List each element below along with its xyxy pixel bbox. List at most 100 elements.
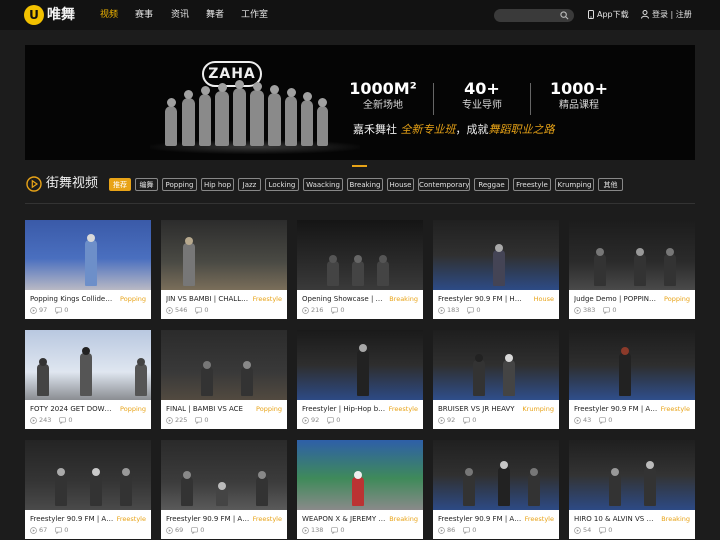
play-circle-icon <box>26 176 42 192</box>
category-tag[interactable]: Krumping <box>555 178 594 191</box>
video-category-tag: Popping <box>120 405 146 413</box>
view-count: 216 <box>311 306 324 314</box>
category-tag[interactable]: Popping <box>162 178 197 191</box>
video-title[interactable]: Popping Kings Collide: Locky vs Xiaohu <box>30 294 114 304</box>
video-card[interactable]: JIN VS BAMBI | CHALLENGEFreestyle 546 0 <box>161 220 287 319</box>
video-title[interactable]: Opening Showcase | Breaking Battle <box>302 294 386 304</box>
stat-divider <box>433 83 434 115</box>
category-tag[interactable]: Hip hop <box>201 178 234 191</box>
category-tag[interactable]: Contemporary <box>418 178 470 191</box>
video-meta: 243 0 <box>30 416 73 425</box>
video-title[interactable]: Freestyler 90.9 FM | House Battle <box>438 294 522 304</box>
search-icon[interactable] <box>560 11 569 20</box>
video-card[interactable]: FOTY 2024 GET DOWN POPPING Popping 243 0 <box>25 330 151 429</box>
video-thumbnail[interactable] <box>161 220 287 290</box>
carousel-indicator[interactable] <box>352 165 367 167</box>
category-tag[interactable]: Jazz <box>238 178 261 191</box>
video-card[interactable]: Freestyler 90.9 FM | House Battle House 18… <box>433 220 559 319</box>
category-tag[interactable]: Locking <box>265 178 299 191</box>
category-tag[interactable]: 推荐 <box>109 178 131 191</box>
play-count-icon <box>30 526 37 534</box>
view-count: 383 <box>583 306 596 314</box>
video-card[interactable]: Judge Demo | POPPING BATTLE Popping 383 0 <box>569 220 695 319</box>
play-count-icon <box>302 526 309 534</box>
video-title[interactable]: WEAPON X & JEREMY | BREAKING <box>302 514 386 524</box>
video-category-tag: Freestyle <box>388 405 418 413</box>
video-card[interactable]: Freestyler 90.9 FM | All StyleFreestyle 8… <box>433 440 559 539</box>
comment-icon <box>55 526 63 534</box>
video-category-tag: Breaking <box>389 515 418 523</box>
video-title[interactable]: BRUISER VS JR HEAVY <box>438 404 522 414</box>
category-tag[interactable]: Reggae <box>474 178 509 191</box>
video-title[interactable]: Freestyler 90.9 FM | All Style <box>574 404 658 414</box>
comment-icon <box>331 526 339 534</box>
video-card[interactable]: Freestyler 90.9 FM | All StyleFreestyle 6… <box>25 440 151 539</box>
video-title[interactable]: JIN VS BAMBI | CHALLENGE <box>166 294 250 304</box>
video-thumbnail[interactable] <box>433 440 559 510</box>
view-count: 69 <box>175 526 184 534</box>
video-category-tag: Breaking <box>661 515 690 523</box>
category-tag[interactable]: 编舞 <box>135 178 158 191</box>
search-input[interactable] <box>494 9 574 22</box>
comment-count: 0 <box>608 526 613 534</box>
video-card[interactable]: Opening Showcase | Breaking BattleBreaki… <box>297 220 423 319</box>
video-title[interactable]: Freestyler 90.9 FM | All Style <box>166 514 250 524</box>
video-thumbnail[interactable] <box>297 220 423 290</box>
nav-item-events[interactable]: 赛事 <box>135 0 153 30</box>
stat-mentors-label: 专业导师 <box>462 100 502 111</box>
video-title[interactable]: Freestyler 90.9 FM | All Style <box>438 514 522 524</box>
video-thumbnail[interactable] <box>433 330 559 400</box>
video-card[interactable]: Freestyler 90.9 FM | All StyleFreestyle 4… <box>569 330 695 429</box>
promo-banner[interactable]: ZAHA 1000M² 全新场地 40+ 专业导师 1000+ 精品课程 嘉禾舞… <box>25 45 695 160</box>
comment-icon <box>59 416 67 424</box>
video-thumbnail[interactable] <box>569 220 695 290</box>
video-thumbnail[interactable] <box>161 440 287 510</box>
nav-item-dancers[interactable]: 舞者 <box>206 0 224 30</box>
view-count: 86 <box>447 526 456 534</box>
video-title[interactable]: FOTY 2024 GET DOWN POPPING <box>30 404 114 414</box>
video-card[interactable]: WEAPON X & JEREMY | BREAKINGBreaking 138 0 <box>297 440 423 539</box>
video-card[interactable]: FINAL | BAMBI VS ACE Popping 225 0 <box>161 330 287 429</box>
video-title[interactable]: FINAL | BAMBI VS ACE <box>166 404 250 414</box>
app-download-link[interactable]: App下载 <box>588 0 629 30</box>
video-card[interactable]: Freestyler | Hip-Hop battle Freestyle 92 0 <box>297 330 423 429</box>
video-thumbnail[interactable] <box>161 330 287 400</box>
slogan-highlight-2: 舞蹈职业之路 <box>488 123 555 136</box>
logo-badge: U <box>24 5 44 25</box>
video-card[interactable]: HIRO 10 & ALVIN VS MORRISBreaking 54 0 <box>569 440 695 539</box>
nav-item-video[interactable]: 视频 <box>100 0 118 30</box>
video-meta: 43 0 <box>574 416 612 425</box>
video-meta: 225 0 <box>166 416 209 425</box>
video-thumbnail[interactable] <box>297 440 423 510</box>
category-tag[interactable]: 其他 <box>598 178 623 191</box>
video-card[interactable]: Freestyler 90.9 FM | All StyleFreestyle 6… <box>161 440 287 539</box>
video-thumbnail[interactable] <box>25 440 151 510</box>
site-logo[interactable]: U 唯舞 <box>24 5 86 25</box>
video-thumbnail[interactable] <box>433 220 559 290</box>
comment-count: 0 <box>472 526 477 534</box>
video-category-tag: Popping <box>120 295 146 303</box>
video-thumbnail[interactable] <box>569 330 695 400</box>
video-thumbnail[interactable] <box>297 330 423 400</box>
play-count-icon <box>30 416 37 424</box>
video-thumbnail[interactable] <box>569 440 695 510</box>
comment-count: 0 <box>68 416 73 424</box>
comment-count: 0 <box>204 416 209 424</box>
login-register-link[interactable]: 登录 | 注册 <box>641 0 692 30</box>
category-tag[interactable]: Waacking <box>303 178 343 191</box>
category-tag[interactable]: Breaking <box>347 178 383 191</box>
nav-item-studio[interactable]: 工作室 <box>241 0 268 30</box>
video-card[interactable]: Popping Kings Collide: Locky vs Xiaohu Po… <box>25 220 151 319</box>
logo-text: 唯舞 <box>47 7 75 23</box>
category-tag[interactable]: Freestyle <box>513 178 551 191</box>
video-title[interactable]: Freestyler 90.9 FM | All Style <box>30 514 114 524</box>
video-card[interactable]: BRUISER VS JR HEAVY Krumping 92 0 <box>433 330 559 429</box>
video-thumbnail[interactable] <box>25 330 151 400</box>
category-tag[interactable]: House <box>387 178 414 191</box>
video-thumbnail[interactable] <box>25 220 151 290</box>
video-title[interactable]: Judge Demo | POPPING BATTLE <box>574 294 658 304</box>
nav-item-news[interactable]: 资讯 <box>171 0 189 30</box>
video-title[interactable]: HIRO 10 & ALVIN VS MORRIS <box>574 514 658 524</box>
video-category-tag: Freestyle <box>524 515 554 523</box>
video-title[interactable]: Freestyler | Hip-Hop battle <box>302 404 386 414</box>
